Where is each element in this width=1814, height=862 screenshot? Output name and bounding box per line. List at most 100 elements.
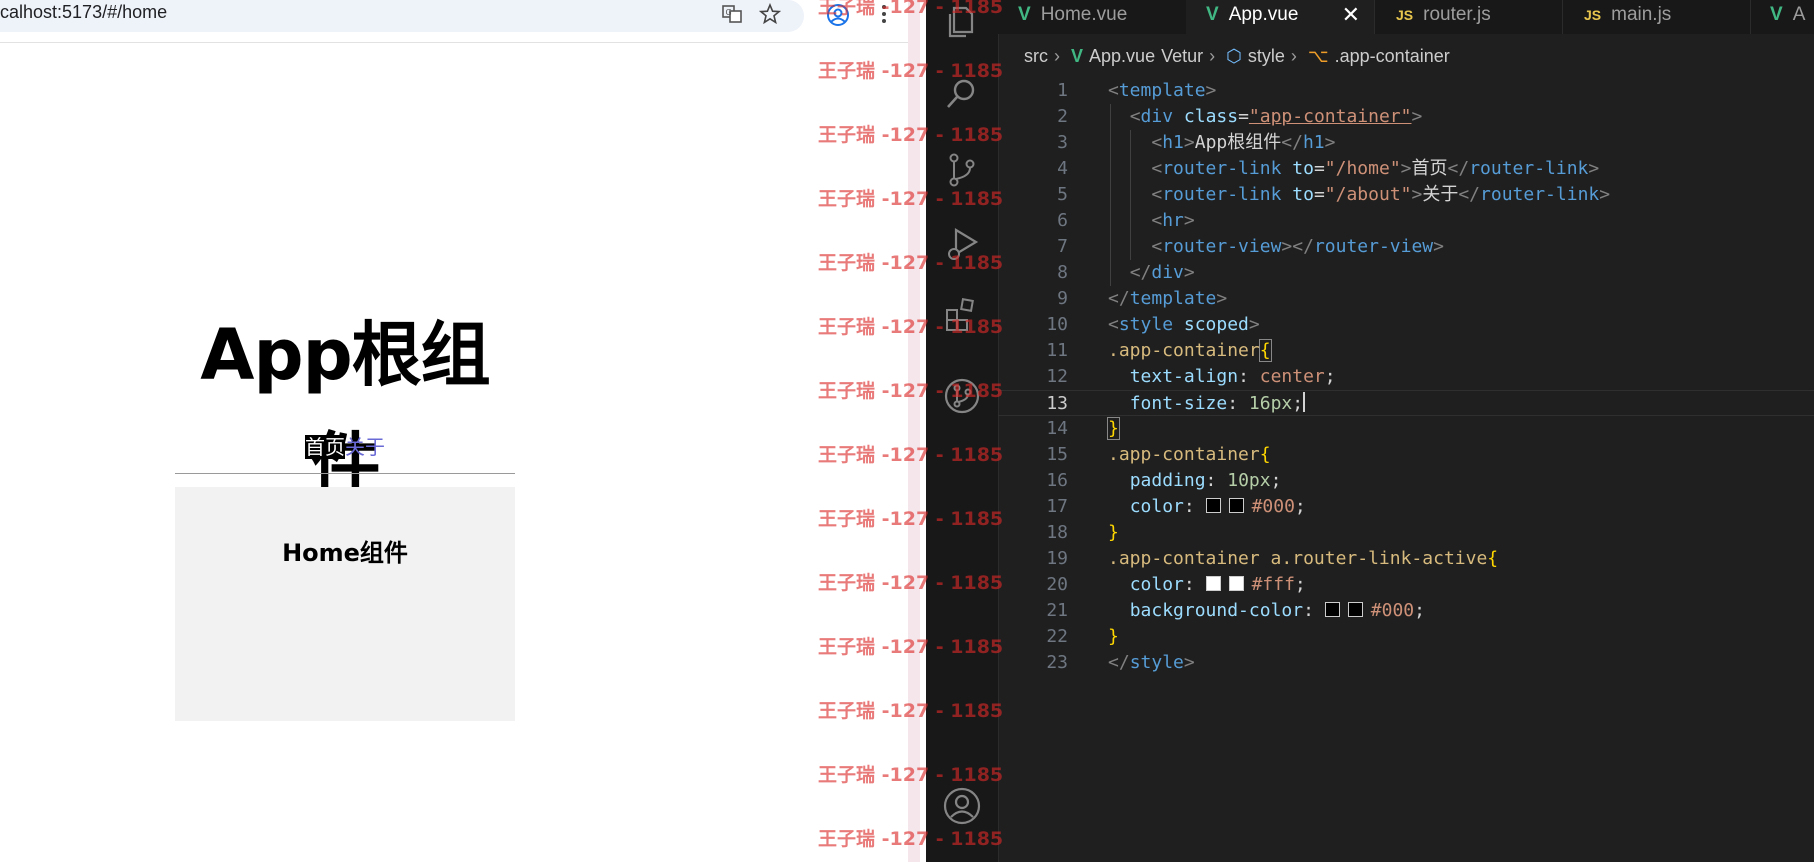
code-line: 20 color: #fff; [998,572,1814,598]
line-number: 18 [1046,522,1068,543]
breadcrumb-item[interactable]: src [1024,46,1048,66]
close-icon[interactable]: ✕ [1342,0,1360,30]
color-swatch[interactable] [1324,602,1340,617]
chevron-right-icon: › [1054,46,1060,66]
line-code: } [1107,417,1120,440]
line-code: color: #000; [1129,496,1306,517]
line-number: 20 [1046,574,1068,595]
color-swatch[interactable] [1347,602,1363,617]
line-number: 8 [1057,262,1068,283]
tag-name: router-view [1162,236,1282,257]
breadcrumb-item[interactable]: Vetur [1161,46,1203,66]
code-line: 12 text-align: center; [998,364,1814,390]
chevron-right-icon: › [1209,46,1216,66]
profile-icon[interactable] [826,3,850,27]
code-line: 16 padding: 10px; [998,468,1814,494]
code-editor[interactable]: 1 <template> 2 <div class="app-container"… [998,78,1814,862]
tab-label: main.js [1611,4,1672,25]
breadcrumb-item[interactable]: .app-container [1335,46,1450,66]
line-code: } [1108,626,1119,647]
nav-link-about[interactable]: 关于 [345,435,385,459]
line-number: 6 [1057,210,1068,231]
attr-value: "/home" [1324,158,1401,179]
url-text[interactable]: calhost:5173/#/home [0,2,167,23]
account-icon[interactable] [942,786,982,826]
tag-name: router-link [1162,158,1282,179]
tab-app-vue[interactable]: V App.vue ✕ [1186,0,1375,34]
tag-name: template [1129,288,1217,309]
translate-icon[interactable]: G [720,3,744,27]
breadcrumb-item[interactable]: style [1248,46,1285,66]
tab-partial[interactable]: VA [1750,0,1814,34]
search-icon[interactable] [942,74,982,114]
attr-value: "app-container" [1248,106,1412,127]
css-property: color [1129,574,1184,595]
tag-name: template [1118,80,1206,101]
line-code: <router-view></router-view> [1151,236,1444,257]
code-line: 4 <router-link to="/home">首页</router-lin… [998,156,1814,182]
line-number: 11 [1046,340,1068,361]
svg-text:G: G [726,8,732,17]
text-node: 首页 [1411,158,1448,179]
line-number: 4 [1057,158,1068,179]
color-swatch[interactable] [1228,576,1244,591]
css-selector: .app-container a.router-link-active [1108,548,1488,569]
color-swatch[interactable] [1205,576,1221,591]
cube-icon: ⬡ [1226,46,1242,66]
source-control-icon[interactable] [942,150,982,190]
vue-file-icon: V [1770,4,1783,25]
breadcrumb-item[interactable]: App.vue [1089,46,1155,66]
line-number: 3 [1057,132,1068,153]
line-code: .app-container a.router-link-active{ [1108,548,1499,569]
tag-name: style [1118,314,1174,335]
line-code: background-color: #000; [1129,600,1425,621]
tab-router-js[interactable]: JS router.js [1374,0,1563,34]
css-property: font-size [1129,393,1228,414]
line-number: 13 [1046,393,1068,414]
line-code: <router-link to="/home">首页</router-link> [1151,158,1600,179]
editor-tabs: V Home.vue V App.vue ✕ JS router.js JS main.… [998,0,1814,34]
vue-file-icon: V [1018,4,1031,25]
line-code: padding: 10px; [1129,470,1282,491]
tab-main-js[interactable]: JS main.js [1562,0,1751,34]
explorer-icon[interactable] [942,2,982,42]
vscode-window: V Home.vue V App.vue ✕ JS router.js JS main.… [926,0,1814,862]
home-component-title: Home组件 [282,539,408,567]
line-code: <hr> [1151,210,1195,231]
code-line: 3 <h1>App根组件</h1> [998,130,1814,156]
run-debug-icon[interactable] [942,224,982,264]
git-graph-icon[interactable] [942,376,982,416]
line-code: text-align: center; [1129,366,1336,387]
code-line: 8 </div> [998,260,1814,286]
tab-home-vue[interactable]: V Home.vue [998,0,1187,34]
tag-name: div [1151,262,1184,283]
tab-label: router.js [1423,4,1491,25]
color-swatch[interactable] [1205,498,1221,513]
line-number: 22 [1046,626,1068,647]
js-file-icon: JS [1396,7,1414,23]
line-number: 16 [1046,470,1068,491]
nav-link-home[interactable]: 首页 [305,435,345,459]
css-value: center [1259,366,1325,387]
line-number: 2 [1057,106,1068,127]
line-code: font-size: 16px; [1129,392,1306,414]
line-code: } [1108,522,1119,543]
line-code: <div class="app-container"> [1129,106,1423,127]
attr-name: to [1292,158,1314,179]
attr-value: "/about" [1324,184,1412,205]
code-line: 14} [998,416,1814,442]
line-code: <h1>App根组件</h1> [1151,132,1336,153]
extensions-icon[interactable] [942,296,982,336]
tab-label: Home.vue [1040,4,1128,25]
address-bar[interactable]: calhost:5173/#/home G [0,0,804,32]
vue-file-icon: V [1071,46,1084,66]
star-icon[interactable] [758,2,782,27]
line-code: .app-container{ [1108,339,1272,362]
line-code: </style> [1108,652,1195,673]
text-node: 关于 [1422,184,1459,205]
more-icon[interactable] [872,3,896,27]
color-swatch[interactable] [1228,498,1244,513]
tag-name: h1 [1302,132,1325,153]
code-line: 6 <hr> [998,208,1814,234]
css-selector: .app-container [1108,444,1260,465]
